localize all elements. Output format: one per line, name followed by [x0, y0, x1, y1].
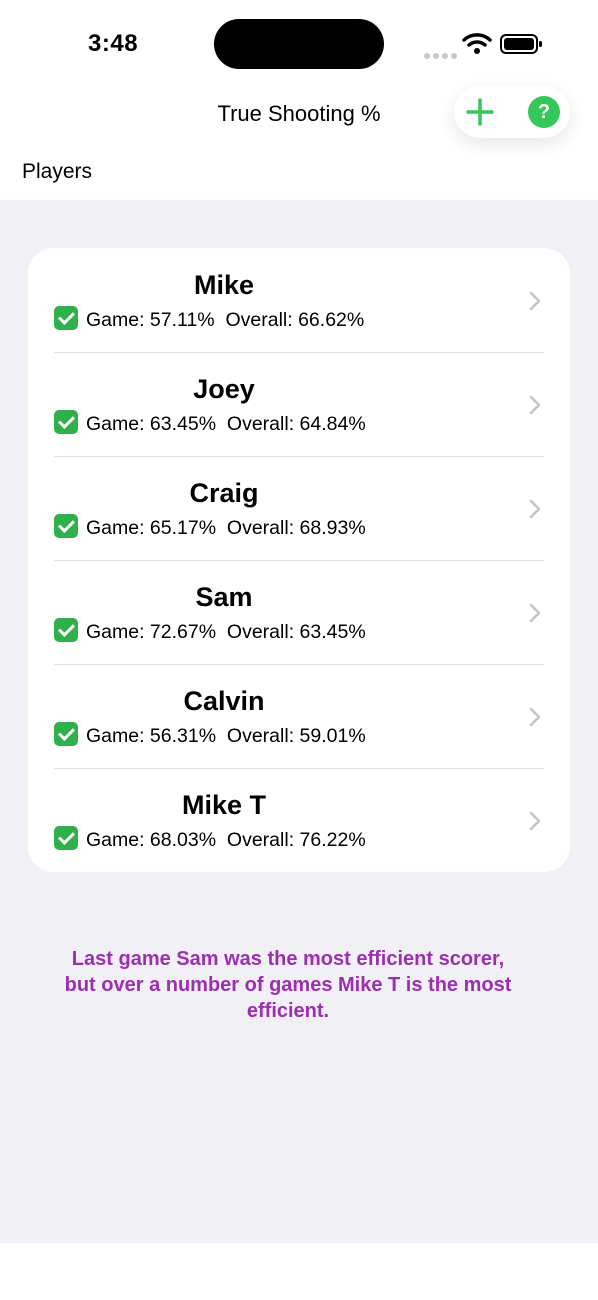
overall-percentage: Overall: 64.84% — [226, 413, 366, 435]
player-name: Craig — [189, 478, 259, 508]
dynamic-island — [214, 19, 384, 69]
game-percentage: Game: 65.17% — [86, 517, 217, 539]
checkmark-icon — [54, 826, 78, 850]
chevron-right-icon — [529, 603, 541, 623]
status-time: 3:48 — [88, 30, 139, 57]
chevron-right-icon — [529, 291, 541, 311]
add-player-button[interactable] — [460, 92, 500, 132]
game-percentage: Game: 68.03% — [86, 829, 217, 851]
player-row-joey[interactable]: Joey Game: 63.45% Overall: 64.84% — [28, 352, 570, 456]
player-name: Joey — [193, 374, 255, 404]
overall-percentage: Overall: 66.62% — [225, 309, 365, 331]
player-name: Sam — [195, 582, 253, 612]
battery-icon — [500, 34, 542, 54]
overall-percentage: Overall: 68.93% — [226, 517, 366, 539]
game-percentage: Game: 56.31% — [86, 725, 217, 747]
game-percentage: Game: 72.67% — [86, 621, 217, 643]
toolbar-actions: ? — [454, 86, 570, 138]
player-name: Mike T — [181, 790, 267, 820]
chevron-right-icon — [529, 395, 541, 415]
checkmark-icon — [54, 306, 78, 330]
chevron-right-icon — [529, 811, 541, 831]
game-percentage: Game: 63.45% — [86, 413, 217, 435]
checkmark-icon — [54, 618, 78, 642]
player-row-calvin[interactable]: Calvin Game: 56.31% Overall: 59.01% — [28, 664, 570, 768]
player-stats: Game: 68.03% Overall: 76.22% — [54, 826, 366, 852]
content-area: Mike Game: 57.11% Overall: 66.62% Joey G… — [0, 200, 598, 1243]
player-row-sam[interactable]: Sam Game: 72.67% Overall: 63.45% — [28, 560, 570, 664]
navigation-bar: True Shooting % ? Players — [0, 86, 598, 200]
player-row-craig[interactable]: Craig Game: 65.17% Overall: 68.93% — [28, 456, 570, 560]
status-bar: 3:48 — [0, 0, 598, 90]
overall-percentage: Overall: 76.22% — [226, 829, 366, 851]
player-row-mike-t[interactable]: Mike T Game: 68.03% Overall: 76.22% — [28, 768, 570, 872]
player-row-mike[interactable]: Mike Game: 57.11% Overall: 66.62% — [28, 248, 570, 352]
player-stats: Game: 57.11% Overall: 66.62% — [54, 306, 364, 332]
cellular-signal-icon — [424, 46, 460, 64]
question-icon: ? — [537, 101, 551, 123]
help-button[interactable]: ? — [528, 96, 560, 128]
wifi-icon — [462, 33, 492, 54]
player-stats: Game: 56.31% Overall: 59.01% — [54, 722, 366, 748]
player-name: Mike — [193, 270, 255, 300]
chevron-right-icon — [529, 499, 541, 519]
overall-percentage: Overall: 63.45% — [226, 621, 366, 643]
section-header: Players — [22, 160, 93, 183]
player-stats: Game: 72.67% Overall: 63.45% — [54, 618, 366, 644]
overall-percentage: Overall: 59.01% — [226, 725, 366, 747]
player-name: Calvin — [183, 686, 265, 716]
game-percentage: Game: 57.11% — [86, 309, 215, 331]
checkmark-icon — [54, 722, 78, 746]
players-list: Mike Game: 57.11% Overall: 66.62% Joey G… — [28, 248, 570, 872]
summary-text: Last game Sam was the most efficient sco… — [64, 948, 512, 1022]
checkmark-icon — [54, 514, 78, 538]
player-stats: Game: 65.17% Overall: 68.93% — [54, 514, 366, 540]
checkmark-icon — [54, 410, 78, 434]
player-stats: Game: 63.45% Overall: 64.84% — [54, 410, 366, 436]
chevron-right-icon — [529, 707, 541, 727]
